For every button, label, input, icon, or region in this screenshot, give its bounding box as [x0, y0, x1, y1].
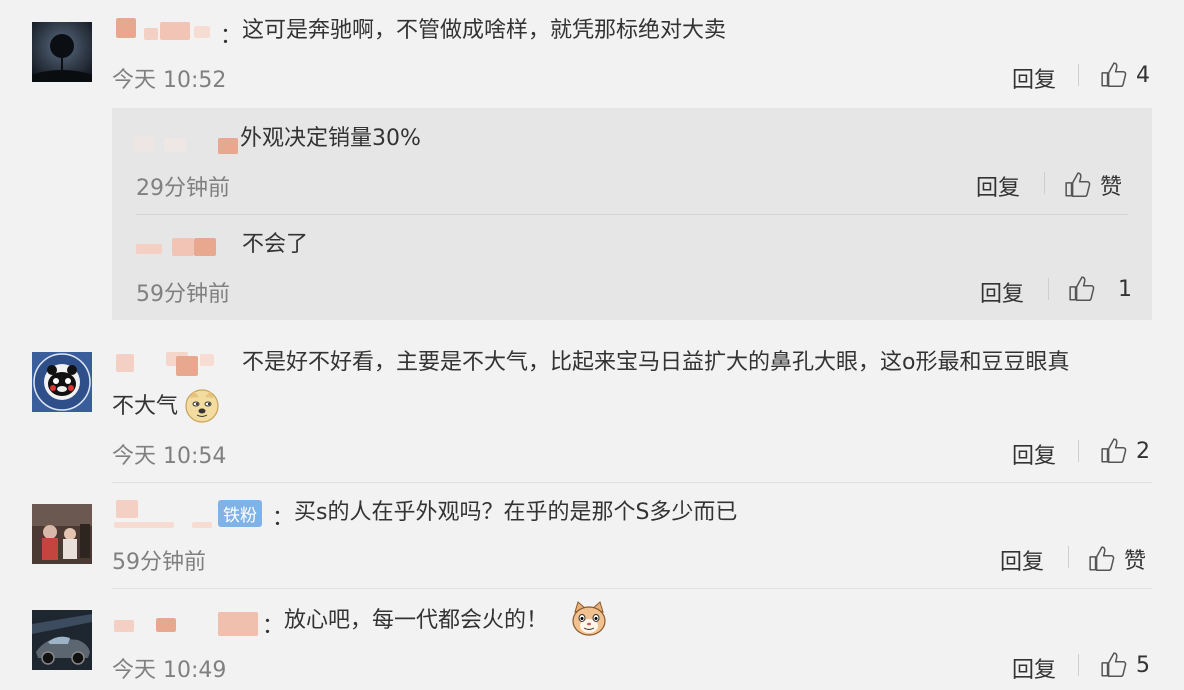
divider [1068, 546, 1069, 568]
username-blurred[interactable] [134, 130, 238, 160]
timestamp: 今天 10:52 [112, 68, 227, 93]
timestamp: 今天 10:54 [112, 444, 227, 469]
timestamp: 59分钟前 [136, 282, 230, 307]
comment-item: 铁粉 ： 买s的人在乎外观吗？在乎的是那个S多少而已 59分钟前 回复 赞 [0, 484, 1184, 588]
like-count: 5 [1136, 652, 1150, 678]
comment-text: 放心吧，每一代都会火的！ [284, 608, 549, 633]
reply-button[interactable]: 回复 [1000, 544, 1044, 576]
cat-emoji-icon [570, 600, 608, 642]
doge-emoji-icon [184, 388, 220, 428]
comment-text: 不是好不好看，主要是不大气，比起来宝马日益扩大的鼻孔大眼，这o形最和豆豆眼真 [242, 350, 1070, 375]
divider [136, 214, 1128, 215]
avatar[interactable] [32, 22, 92, 82]
username-blurred[interactable] [114, 348, 224, 378]
comment-text-line2: 不大气 [112, 394, 179, 419]
comment-item: ： 这可是奔驰啊，不管做成啥样，就凭那标绝对大卖 今天 10:52 回复 4 [0, 0, 1184, 108]
like-label: 赞 [1100, 175, 1123, 200]
timestamp: 今天 10:49 [112, 658, 227, 683]
avatar[interactable] [32, 352, 92, 412]
thumbs-up-icon [1065, 172, 1091, 198]
divider [1078, 64, 1079, 86]
divider [1078, 654, 1079, 676]
like-button[interactable]: 2 [1100, 437, 1150, 465]
timestamp: 29分钟前 [136, 176, 230, 201]
like-count: 2 [1136, 438, 1150, 464]
colon: ： [220, 24, 243, 49]
like-label: 赞 [1124, 549, 1147, 574]
like-count: 1 [1118, 276, 1132, 302]
reply-button[interactable]: 回复 [976, 170, 1020, 202]
sub-reply-text: 不会了 [242, 232, 309, 257]
username-blurred[interactable] [114, 498, 218, 528]
sub-replies-box: 外观决定销量30% 29分钟前 回复 赞 不会了 59分钟前 回复 1 [112, 108, 1152, 320]
reply-button[interactable]: 回复 [1012, 652, 1056, 684]
divider [1044, 172, 1045, 194]
like-button[interactable]: 4 [1100, 61, 1150, 89]
comment-item: 不是好不好看，主要是不大气，比起来宝马日益扩大的鼻孔大眼，这o形最和豆豆眼真 不… [0, 330, 1184, 480]
thumbs-up-icon [1101, 438, 1127, 464]
thumbs-up-icon [1101, 652, 1127, 678]
timestamp: 59分钟前 [112, 550, 206, 575]
like-button[interactable]: 1 [1068, 275, 1132, 303]
reply-button[interactable]: 回复 [1012, 438, 1056, 470]
photo-avatar-icon [32, 504, 92, 564]
reply-button[interactable]: 回复 [1012, 62, 1056, 94]
car-avatar-icon [32, 610, 92, 670]
username-blurred[interactable] [114, 16, 218, 46]
avatar[interactable] [32, 610, 92, 670]
sub-reply-text: 外观决定销量30% [240, 126, 421, 151]
like-button[interactable]: 5 [1100, 651, 1150, 679]
comment-item: ： 放心吧，每一代都会火的！ 今天 10:49 回复 5 [0, 590, 1184, 690]
divider [1048, 278, 1049, 300]
divider [112, 482, 1152, 483]
divider [112, 588, 1152, 589]
like-button[interactable]: 赞 [1088, 543, 1146, 575]
divider [1078, 440, 1079, 462]
comment-text: 这可是奔驰啊，不管做成啥样，就凭那标绝对大卖 [242, 18, 727, 43]
username-blurred[interactable] [134, 232, 244, 262]
colon: ： [262, 614, 285, 639]
thumbs-up-icon [1089, 546, 1115, 572]
username-blurred[interactable] [114, 608, 264, 638]
comment-text: 买s的人在乎外观吗？在乎的是那个S多少而已 [294, 500, 738, 525]
thumbs-up-icon [1101, 62, 1127, 88]
avatar[interactable] [32, 504, 92, 564]
like-count: 4 [1136, 62, 1150, 88]
reply-button[interactable]: 回复 [980, 276, 1024, 308]
fan-badge[interactable]: 铁粉 [218, 500, 262, 527]
night-tree-avatar-icon [32, 22, 92, 82]
thumbs-up-icon [1069, 276, 1095, 302]
colon: ： [272, 506, 295, 531]
kumamon-badge-avatar-icon [32, 352, 92, 412]
like-button[interactable]: 赞 [1064, 169, 1122, 201]
